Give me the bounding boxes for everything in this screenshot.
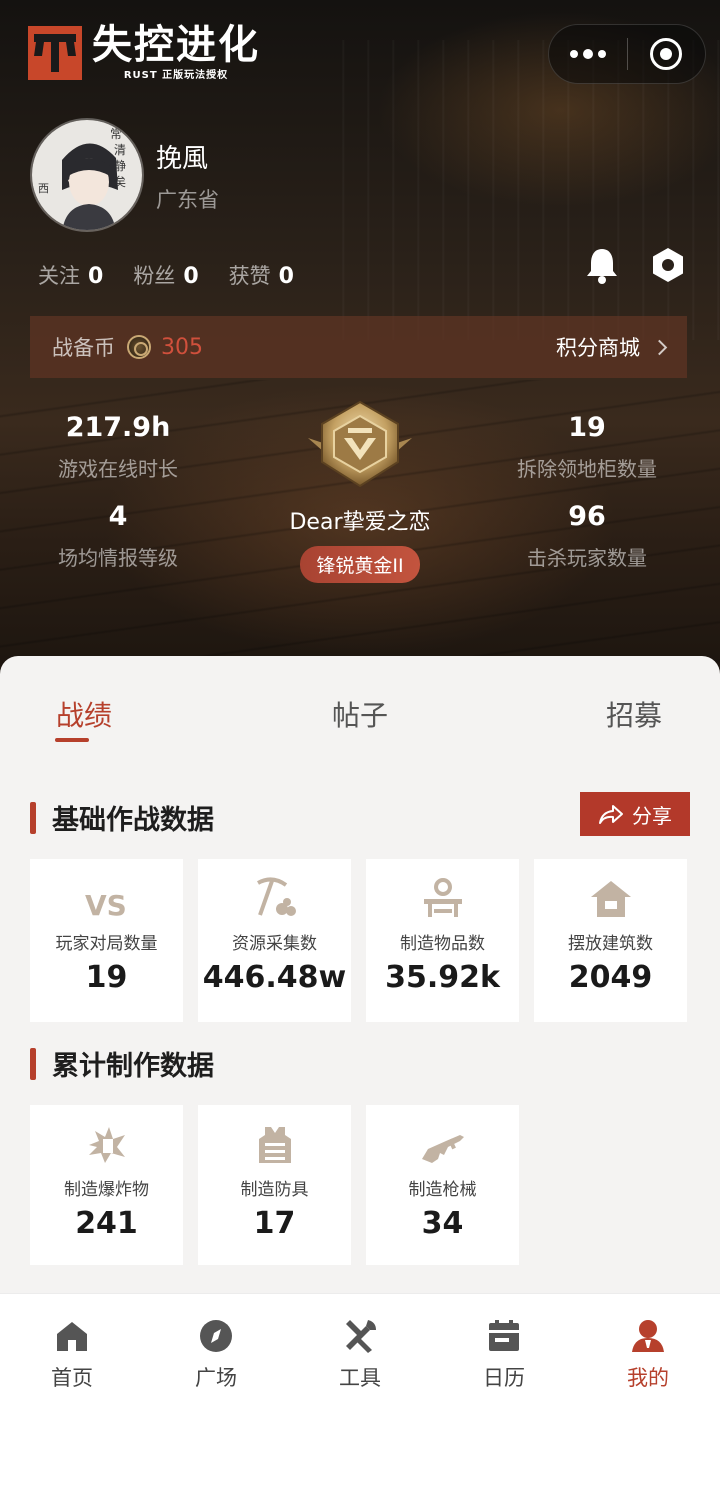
stat-card-armor: 制造防具 17 bbox=[198, 1105, 351, 1265]
coin-value: 305 bbox=[161, 334, 203, 360]
stat-card-resources: 资源采集数 446.48w bbox=[198, 859, 351, 1022]
basic-section-title: 基础作战数据 bbox=[52, 805, 214, 836]
tab-posts[interactable]: 帖子 bbox=[332, 694, 388, 734]
content-panel: 战绩 帖子 招募 基础作战数据 分享 VS 玩家对局数量 19 资源采集数 44… bbox=[0, 656, 720, 1293]
svg-text:清: 清 bbox=[114, 143, 126, 157]
house-icon bbox=[534, 859, 687, 919]
card-value: 2049 bbox=[568, 960, 653, 995]
svg-text:VS: VS bbox=[85, 889, 127, 919]
likes-count[interactable]: 获赞 0 bbox=[229, 260, 294, 290]
tab-recruit[interactable]: 招募 bbox=[606, 694, 662, 734]
rank-tier-badge: 锋锐黄金II bbox=[300, 546, 420, 583]
card-label: 制造防具 bbox=[240, 1180, 309, 1200]
home-icon bbox=[57, 1322, 87, 1351]
tabbar-item-home[interactable]: 首页 bbox=[22, 1318, 122, 1392]
points-shop-link[interactable]: 积分商城 bbox=[556, 332, 668, 362]
card-value: 241 bbox=[75, 1206, 138, 1241]
card-value: 446.48w bbox=[202, 960, 347, 995]
avatar[interactable]: 常 清 静 矣 西 bbox=[30, 118, 144, 232]
stat-card-buildings: 摆放建筑数 2049 bbox=[534, 859, 687, 1022]
content-tabs: 战绩 帖子 招募 bbox=[0, 694, 720, 744]
active-tab-indicator bbox=[55, 738, 89, 742]
card-value: 17 bbox=[253, 1206, 296, 1241]
coin-bar: 战备币 305 积分商城 bbox=[30, 316, 687, 378]
user-icon bbox=[632, 1320, 664, 1352]
tabbar-item-mine[interactable]: 我的 bbox=[598, 1318, 698, 1392]
user-province: 广东省 bbox=[156, 188, 219, 212]
stat-card-matches: VS 玩家对局数量 19 bbox=[30, 859, 183, 1022]
profile-hero: 失控进化 RUST 正版玩法授权 常 清 静 矣 西 挽風 广东省 关注 0 粉… bbox=[0, 0, 720, 680]
craft-section-header: 累计制作数据 bbox=[30, 1044, 214, 1083]
card-label: 资源采集数 bbox=[232, 934, 317, 954]
tabbar-item-square[interactable]: 广场 bbox=[166, 1318, 266, 1392]
stat-card-explosives: 制造爆炸物 241 bbox=[30, 1105, 183, 1265]
card-label: 玩家对局数量 bbox=[55, 934, 158, 954]
tab-record[interactable]: 战绩 bbox=[56, 694, 112, 734]
card-label: 摆放建筑数 bbox=[568, 934, 653, 954]
following-count[interactable]: 关注 0 bbox=[38, 260, 103, 290]
armor-vest-icon bbox=[198, 1105, 351, 1165]
calendar-icon bbox=[489, 1320, 519, 1351]
compass-icon bbox=[200, 1320, 232, 1352]
tools-icon bbox=[346, 1320, 376, 1353]
social-counts: 关注 0 粉丝 0 获赞 0 bbox=[38, 260, 324, 290]
stat-online-hours: 217.9h 游戏在线时长 bbox=[58, 412, 178, 481]
card-value: 19 bbox=[85, 960, 128, 995]
card-label: 制造爆炸物 bbox=[64, 1180, 149, 1200]
stat-kills: 96 击杀玩家数量 bbox=[527, 501, 647, 570]
craft-section-title: 累计制作数据 bbox=[52, 1051, 214, 1082]
card-label: 制造枪械 bbox=[408, 1180, 477, 1200]
basic-section-header: 基础作战数据 bbox=[30, 798, 214, 837]
workbench-icon bbox=[366, 859, 519, 919]
share-button[interactable]: 分享 bbox=[580, 792, 690, 836]
gold-rank-badge-icon bbox=[308, 400, 412, 488]
followers-count[interactable]: 粉丝 0 bbox=[133, 260, 198, 290]
stat-cabinets-destroyed: 19 拆除领地柜数量 bbox=[517, 412, 657, 481]
coin-icon bbox=[127, 335, 151, 359]
settings-icon[interactable] bbox=[650, 246, 686, 284]
card-label: 制造物品数 bbox=[400, 934, 485, 954]
rank-badge: Dear挚爱之恋 锋锐黄金II bbox=[260, 398, 460, 583]
chevron-right-icon bbox=[651, 339, 668, 355]
tabbar-item-tools[interactable]: 工具 bbox=[310, 1318, 410, 1392]
username: 挽風 bbox=[156, 144, 209, 174]
explosive-icon bbox=[30, 1105, 183, 1165]
stat-intel-level: 4 场均情报等级 bbox=[58, 501, 178, 570]
vs-icon: VS bbox=[30, 859, 183, 919]
notification-bell-icon[interactable] bbox=[584, 246, 620, 284]
miniprogram-capsule bbox=[548, 24, 706, 84]
bottom-tabbar: 首页 广场 工具 日历 我的 bbox=[0, 1293, 720, 1485]
rifle-icon bbox=[366, 1105, 519, 1165]
stat-card-firearms: 制造枪械 34 bbox=[366, 1105, 519, 1265]
share-icon bbox=[599, 805, 623, 824]
tabbar-item-calendar[interactable]: 日历 bbox=[454, 1318, 554, 1392]
logo-title: 失控进化 bbox=[92, 22, 260, 68]
svg-text:西: 西 bbox=[38, 182, 49, 195]
card-value: 34 bbox=[421, 1206, 464, 1241]
card-value: 35.92k bbox=[385, 960, 500, 995]
rank-name: Dear挚爱之恋 bbox=[289, 510, 431, 535]
close-miniprogram-icon[interactable] bbox=[628, 25, 706, 83]
logo-subtitle: RUST 正版玩法授权 bbox=[123, 70, 229, 81]
app-logo: 失控进化 RUST 正版玩法授权 bbox=[28, 24, 260, 81]
rust-logo-icon bbox=[28, 25, 82, 80]
pickaxe-icon bbox=[198, 859, 351, 919]
svg-text:常: 常 bbox=[110, 127, 122, 141]
stat-card-crafted: 制造物品数 35.92k bbox=[366, 859, 519, 1022]
coin-label: 战备币 bbox=[52, 336, 115, 360]
more-menu-icon[interactable] bbox=[549, 25, 627, 83]
